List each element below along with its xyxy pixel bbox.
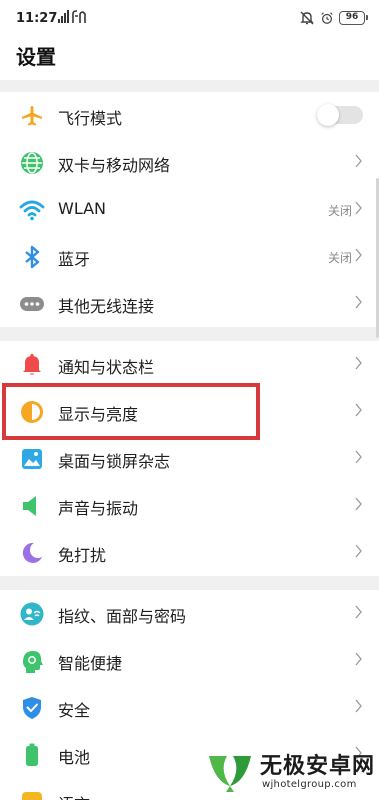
highlight-annotation-box: [2, 383, 260, 440]
fingerprint-face-icon: [20, 602, 44, 626]
chevron-right-icon: [355, 652, 362, 666]
row-label: 通知与状态栏: [58, 358, 155, 377]
row-label: 其他无线连接: [58, 297, 155, 316]
settings-row-other-wireless[interactable]: 其他无线连接: [0, 280, 379, 327]
row-label: 智能便捷: [58, 654, 123, 673]
chevron-right-icon: [355, 497, 362, 511]
chevron-right-icon: [355, 544, 362, 558]
settings-row-do-not-disturb[interactable]: 免打扰: [0, 529, 379, 576]
row-label: 电池: [58, 748, 91, 767]
chevron-right-icon: [355, 248, 362, 262]
row-label: 语言: [58, 791, 90, 800]
row-label: 安全: [58, 701, 91, 720]
language-icon: [22, 792, 42, 800]
status-bar: 11:27 96: [0, 0, 379, 38]
group-divider: [0, 327, 379, 341]
wifi-icon: [19, 200, 45, 221]
smart-assist-icon: [23, 651, 43, 673]
settings-row-notifications[interactable]: 通知与状态栏: [0, 341, 379, 388]
settings-row-dual-sim[interactable]: 双卡与移动网络: [0, 139, 379, 186]
airplane-mode-toggle[interactable]: [317, 104, 363, 126]
toggle-knob: [317, 104, 339, 126]
settings-row-fingerprint-face-password[interactable]: 指纹、面部与密码: [0, 590, 379, 637]
watermark-url: wjhotelgroup.com: [262, 779, 357, 790]
settings-row-airplane-mode[interactable]: 飞行模式: [0, 92, 379, 139]
globe-icon: [21, 152, 43, 174]
chevron-right-icon: [355, 605, 362, 619]
bell-icon: [23, 353, 41, 375]
alarm-icon: [321, 12, 333, 24]
moon-icon: [22, 542, 42, 563]
chevron-right-icon: [355, 699, 362, 713]
watermark: 无极安卓网 wjhotelgroup.com: [203, 742, 379, 800]
wallpaper-icon: [22, 449, 42, 469]
row-label: 声音与振动: [58, 499, 139, 518]
airplane-icon: [22, 106, 42, 126]
chevron-right-icon: [355, 154, 362, 168]
settings-row-desktop-lockscreen[interactable]: 桌面与锁屏杂志: [0, 435, 379, 482]
status-indicators: 96: [299, 10, 368, 26]
group-divider: [0, 80, 379, 92]
settings-row-bluetooth[interactable]: 蓝牙 关闭: [0, 233, 379, 280]
chevron-right-icon: [355, 201, 362, 215]
row-label: 双卡与移动网络: [58, 156, 171, 175]
row-label: 飞行模式: [58, 109, 123, 128]
row-label: WLAN: [58, 199, 107, 218]
speaker-icon: [23, 496, 36, 516]
status-time: 11:27: [16, 11, 58, 26]
row-label: 免打扰: [58, 546, 107, 565]
watermark-logo-icon: [209, 756, 251, 792]
watermark-name: 无极安卓网: [260, 754, 376, 779]
settings-row-security[interactable]: 安全: [0, 684, 379, 731]
chevron-right-icon: [355, 295, 362, 309]
row-label: 指纹、面部与密码: [58, 607, 187, 626]
settings-row-sound-vibration[interactable]: 声音与振动: [0, 482, 379, 529]
chevron-right-icon: [355, 450, 362, 464]
battery-status-icon: 96: [339, 11, 368, 25]
page-title: 设置: [16, 45, 56, 69]
settings-row-wlan[interactable]: WLAN 关闭: [0, 186, 379, 233]
signal-icon: [58, 10, 86, 27]
row-label: 蓝牙: [58, 250, 91, 269]
more-connections-icon: [20, 297, 44, 311]
wlan-status-value: 关闭: [327, 204, 352, 218]
group-divider: [0, 576, 379, 590]
battery-settings-icon: [26, 743, 38, 766]
chevron-right-icon: [355, 403, 362, 417]
chevron-right-icon: [355, 356, 362, 370]
shield-icon: [23, 697, 41, 719]
row-label: 桌面与锁屏杂志: [58, 452, 171, 471]
bluetooth-icon: [25, 245, 40, 269]
bell-off-icon: [300, 11, 314, 25]
settings-row-smart-assist[interactable]: 智能便捷: [0, 637, 379, 684]
bluetooth-status-value: 关闭: [327, 251, 352, 265]
